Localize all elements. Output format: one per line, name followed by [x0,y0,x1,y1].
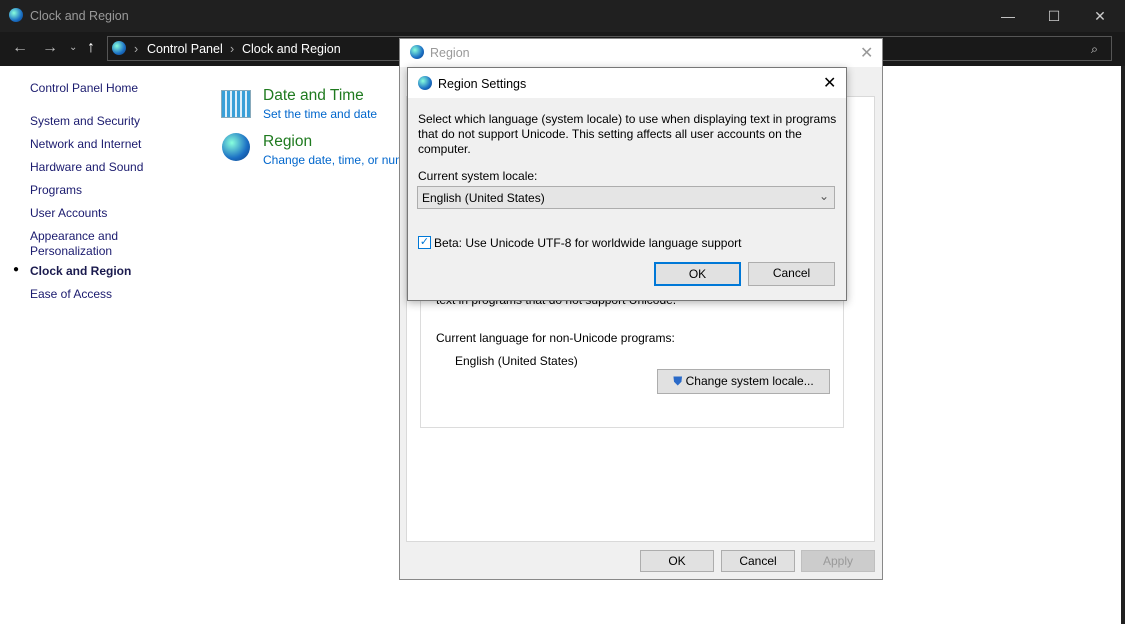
system-locale-value: English (United States) [422,191,545,205]
minimize-button[interactable]: — [985,0,1031,32]
region-globe-icon [222,133,250,161]
sidebar-item-system-security[interactable]: System and Security [30,114,140,128]
change-system-locale-button[interactable]: ⛊ Change system locale... [657,369,830,394]
back-arrow-icon[interactable]: ← [12,39,28,57]
uac-shield-icon: ⛊ [673,374,683,388]
region-title-bar: Region ✕ [400,39,882,67]
region-settings-icon [418,76,432,90]
region-icon [410,45,424,59]
sidebar-item-network[interactable]: Network and Internet [30,137,141,151]
region-ok-button[interactable]: OK [640,550,714,572]
beta-utf8-checkbox[interactable]: ✓ [418,236,431,249]
region-settings-cancel-button[interactable]: Cancel [748,262,835,286]
region-settings-title-bar: Region Settings ✕ [408,68,846,98]
region-cancel-button[interactable]: Cancel [721,550,795,572]
active-bullet-icon: ● [13,264,20,275]
change-system-locale-label: Change system locale... [685,374,814,388]
sidebar-item-ease-access[interactable]: Ease of Access [30,287,112,301]
search-icon[interactable]: ⌕ [1091,42,1098,57]
title-bar: Clock and Region — ☐ ✕ [0,0,1125,32]
sidebar-home[interactable]: Control Panel Home [30,81,138,95]
date-time-icon [221,90,251,118]
breadcrumb-clock-region[interactable]: Clock and Region [242,42,341,56]
region-settings-dialog: Region Settings ✕ Select which language … [407,67,847,301]
region-settings-title: Region Settings [438,77,527,91]
clock-region-icon [9,8,23,22]
system-locale-select[interactable]: English (United States) ⌄ [417,186,835,209]
window-title: Clock and Region [30,9,129,23]
close-button[interactable]: ✕ [1077,0,1123,32]
set-time-date-link[interactable]: Set the time and date [263,107,377,121]
control-panel-icon [112,41,126,55]
region-settings-ok-button[interactable]: OK [654,262,741,286]
sidebar-item-user-accounts[interactable]: User Accounts [30,206,107,220]
maximize-button[interactable]: ☐ [1031,0,1077,32]
sidebar-item-programs[interactable]: Programs [30,183,82,197]
recent-chevron-icon[interactable]: ⌄ [69,42,77,53]
current-language-label: Current language for non-Unicode program… [436,331,675,345]
locale-label: Current system locale: [418,169,538,183]
region-close-icon[interactable]: ✕ [860,43,873,63]
locale-description: Select which language (system locale) to… [418,112,837,156]
region-settings-close-icon[interactable]: ✕ [823,73,836,93]
category-region[interactable]: Region [263,133,312,151]
region-title: Region [430,46,470,60]
window-border [1121,66,1125,624]
separator-icon: › [134,42,139,56]
current-language-value: English (United States) [455,354,578,368]
sidebar-item-hardware[interactable]: Hardware and Sound [30,160,143,174]
sidebar-item-clock-region[interactable]: Clock and Region [30,264,131,278]
forward-arrow-icon[interactable]: → [42,39,58,57]
breadcrumb-control-panel[interactable]: Control Panel [147,42,223,56]
up-arrow-icon[interactable]: ↑ [87,39,95,57]
region-apply-button[interactable]: Apply [801,550,875,572]
sidebar-item-appearance[interactable]: Appearance and Personalization [30,229,130,259]
separator-icon: › [230,42,235,56]
beta-utf8-label[interactable]: Beta: Use Unicode UTF-8 for worldwide la… [434,236,742,250]
chevron-down-icon: ⌄ [819,189,830,203]
change-date-format-link[interactable]: Change date, time, or num [263,153,399,167]
category-date-time[interactable]: Date and Time [263,87,364,105]
